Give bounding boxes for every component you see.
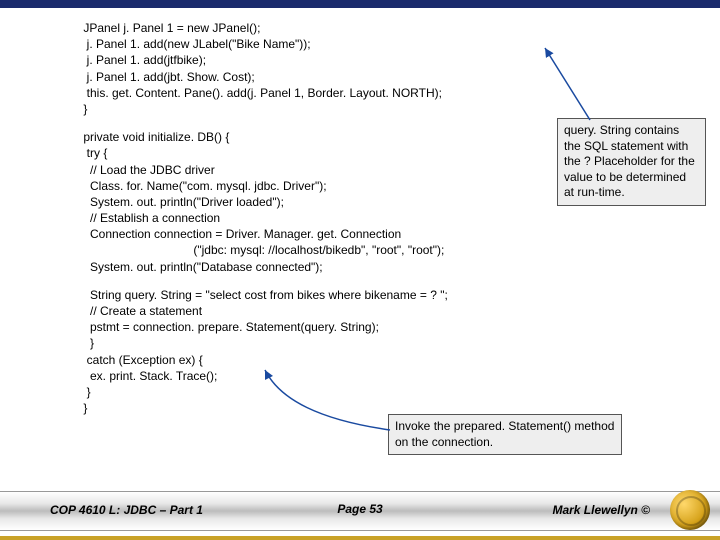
- code-block-3: String query. String = "select cost from…: [80, 287, 700, 417]
- course-title: COP 4610 L: JDBC – Part 1: [50, 503, 203, 517]
- callout-query-string: query. String contains the SQL statement…: [557, 118, 706, 206]
- footer: Page 53 COP 4610 L: JDBC – Part 1 Mark L…: [0, 491, 720, 536]
- slide-content: JPanel j. Panel 1 = new JPanel(); j. Pan…: [80, 20, 700, 416]
- code-block-1: JPanel j. Panel 1 = new JPanel(); j. Pan…: [80, 20, 700, 117]
- bottom-accent: [0, 536, 720, 540]
- ucf-logo: [670, 490, 710, 530]
- author: Mark Llewellyn ©: [552, 503, 650, 517]
- callout-prepared-statement: Invoke the prepared. Statement() method …: [388, 414, 622, 455]
- top-border: [0, 0, 720, 8]
